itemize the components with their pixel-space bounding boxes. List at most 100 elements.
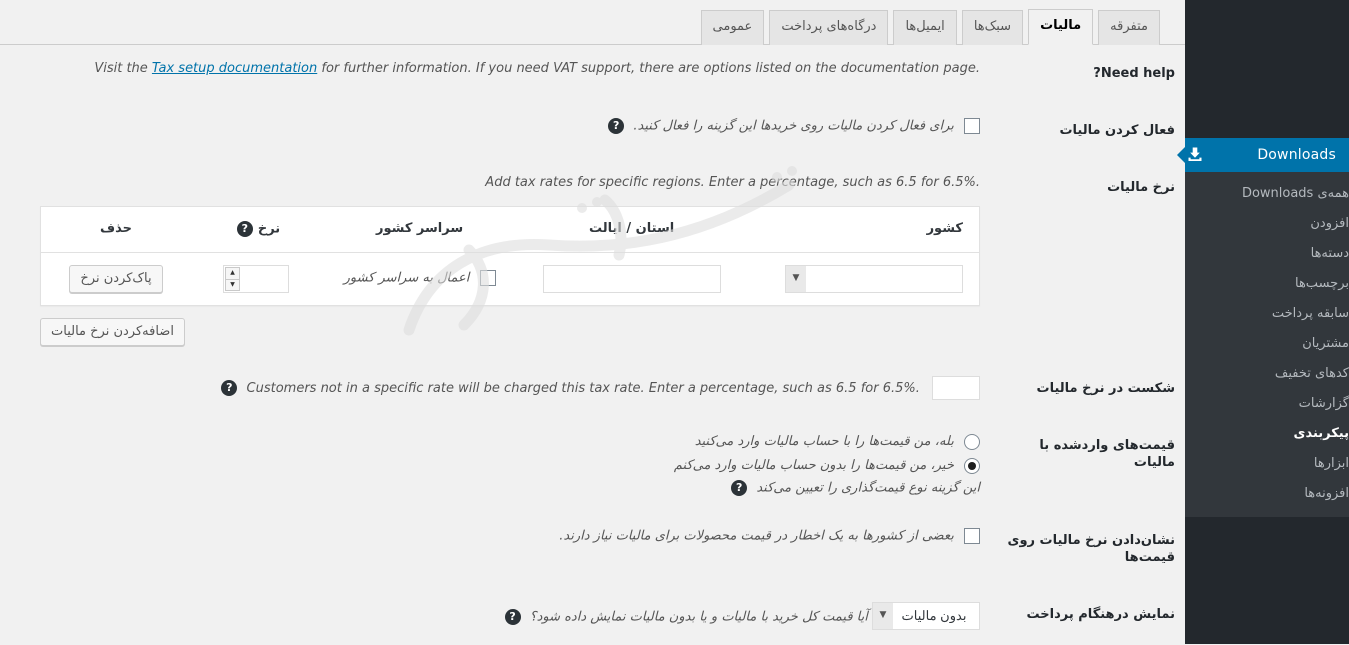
tab-general[interactable]: عمومی <box>700 10 765 45</box>
need-help-desc: Visit the Tax setup documentation for fu… <box>10 61 980 78</box>
row-tax-rates: نرخ مالیات Add tax rates for specific re… <box>0 160 1185 361</box>
apply-countrywide-label: اعمال به سراسر کشور <box>343 270 470 286</box>
sidebar-item-1[interactable]: افزودن <box>1185 209 1349 239</box>
sidebar-item-2-label: دسته‌ها <box>1310 246 1349 261</box>
stepper-up-icon[interactable]: ▲ <box>226 268 239 280</box>
sidebar-item-10-label: افزونه‌ها <box>1304 486 1349 501</box>
cell-country: ▼ <box>745 252 980 306</box>
help-icon-prices-entered[interactable]: ? <box>731 480 748 497</box>
prices-entered-cell: بله، من قیمت‌ها را با حساب مالیات وارد م… <box>0 418 990 513</box>
stepper-down-icon[interactable]: ▼ <box>226 280 239 291</box>
cell-delete: پاک‌کردن نرخ <box>40 252 191 306</box>
help-icon-rate[interactable]: ? <box>236 220 253 237</box>
sidebar-item-10[interactable]: افزونه‌ها <box>1185 479 1349 509</box>
row-need-help: Need help? Visit the Tax setup documenta… <box>0 46 1185 103</box>
country-select[interactable] <box>785 265 963 294</box>
prices-entered-desc: این گزینه نوع قیمت‌گذاری را تعیین می‌کند <box>756 480 980 496</box>
enable-taxes-label: فعال کردن مالیات <box>1059 122 1175 138</box>
display-tax-rate-desc: بعضی از کشورها به یک اخطار در قیمت محصول… <box>559 528 954 544</box>
settings-form: Need help? Visit the Tax setup documenta… <box>0 46 1185 644</box>
sidebar-item-3[interactable]: برچسب‌ها <box>1185 269 1349 299</box>
need-help-desc-after: for further information. If you need VAT… <box>317 61 980 76</box>
apply-countrywide-checkbox[interactable] <box>479 270 496 287</box>
enable-taxes-checkbox[interactable] <box>964 117 980 134</box>
sidebar-item-0[interactable]: همه‌ی Downloads <box>1185 179 1349 209</box>
sidebar-item-4[interactable]: سابقه پرداخت <box>1185 299 1349 329</box>
checkout-display-cell: بدون مالیات ▼ آیا قیمت کل خرید با مالیات… <box>0 587 990 645</box>
tax-rates-desc: Add tax rates for specific regions. Ente… <box>485 174 980 190</box>
col-header-country: کشور <box>745 206 980 254</box>
state-input[interactable] <box>542 265 721 294</box>
sidebar-item-9[interactable]: ابزارها <box>1185 449 1349 479</box>
sidebar-current-arrow-icon <box>1177 147 1185 163</box>
help-icon-enable-taxes[interactable]: ? <box>608 117 625 134</box>
need-help-desc-cell: Visit the Tax setup documentation for fu… <box>0 46 990 103</box>
help-icon-checkout-display[interactable]: ? <box>504 608 521 625</box>
settings-tabs-bar: متفرقه مالیات سبک‌ها ایمیل‌ها درگاه‌های … <box>0 0 1185 45</box>
tax-rates-cell: Add tax rates for specific regions. Ente… <box>0 160 990 361</box>
row-checkout-display: نمایش درهنگام پرداخت بدون مالیات ▼ آیا ق… <box>0 587 1185 645</box>
sidebar-item-8[interactable]: پیکربندی <box>1185 419 1349 449</box>
need-help-label: Need help? <box>1093 66 1175 81</box>
fallback-rate-label: شکست در نرخ مالیات <box>1036 381 1175 397</box>
prices-entered-yes-option[interactable]: بله، من قیمت‌ها را با حساب مالیات وارد م… <box>10 433 980 453</box>
tax-settings-table: Need help? Visit the Tax setup documenta… <box>0 46 1185 645</box>
add-tax-rate-button[interactable]: اضافه‌کردن نرخ مالیات <box>40 318 185 347</box>
rate-spinner-shell: ▲ ▼ <box>223 265 289 294</box>
quantity-stepper[interactable]: ▲ ▼ <box>225 267 240 292</box>
tab-payment-gateways[interactable]: درگاه‌های پرداخت <box>769 10 889 45</box>
sidebar-item-6-label: کدهای تخفیف <box>1274 366 1349 381</box>
col-header-country-wide: سراسر کشور <box>321 206 519 254</box>
enable-taxes-desc: برای فعال کردن مالیات روی خریدها این گزی… <box>633 118 954 134</box>
tab-styles[interactable]: سبک‌ها <box>961 10 1024 45</box>
sidebar-submenu: همه‌ی Downloads افزودن دسته‌ها برچسب‌ها … <box>1185 172 1349 517</box>
help-icon-fallback[interactable]: ? <box>221 380 238 397</box>
tab-emails[interactable]: ایمیل‌ها <box>893 10 957 45</box>
prices-entered-yes-radio[interactable] <box>964 434 980 451</box>
col-header-state: استان / ایالت <box>518 206 746 254</box>
sidebar-item-3-label: برچسب‌ها <box>1294 276 1349 291</box>
fallback-rate-input[interactable] <box>932 376 980 401</box>
display-tax-rate-label: نشان‌دادن نرخ مالیات روی قیمت‌ها <box>1007 532 1175 565</box>
tax-rates-table: کشور استان / ایالت سراسر کشور نرخ? حذف ▼… <box>40 205 980 307</box>
download-icon <box>1185 145 1205 165</box>
sidebar-item-2[interactable]: دسته‌ها <box>1185 239 1349 269</box>
prices-entered-no-option[interactable]: خیر، من قیمت‌ها را بدون حساب مالیات وارد… <box>10 457 980 477</box>
fallback-rate-desc: Customers not in a specific rate will be… <box>246 380 920 396</box>
prices-entered-label: قیمت‌های واردشده با مالیات <box>1039 437 1175 470</box>
col-header-delete: حذف <box>40 206 191 254</box>
remove-rate-button[interactable]: پاک‌کردن نرخ <box>69 265 163 294</box>
row-display-tax-rate: نشان‌دادن نرخ مالیات روی قیمت‌ها بعضی از… <box>0 513 1185 587</box>
country-select-shell: ▼ <box>785 265 963 294</box>
enable-taxes-cell: برای فعال کردن مالیات روی خریدها این گزی… <box>0 103 990 160</box>
sidebar-item-7[interactable]: گزارشات <box>1185 389 1349 419</box>
sidebar-item-4-label: سابقه پرداخت <box>1271 306 1349 321</box>
tax-setup-documentation-link[interactable]: Tax setup documentation <box>152 61 317 76</box>
table-row: ▼ اعمال به سراسر کشور <box>40 252 980 306</box>
cell-state <box>518 252 746 306</box>
sidebar-item-7-label: گزارشات <box>1298 396 1349 411</box>
display-tax-rate-cell: بعضی از کشورها به یک اخطار در قیمت محصول… <box>0 513 990 587</box>
settings-tabs: متفرقه مالیات سبک‌ها ایمیل‌ها درگاه‌های … <box>696 7 1160 45</box>
tab-taxes[interactable]: مالیات <box>1028 9 1094 45</box>
tab-misc[interactable]: متفرقه <box>1098 10 1160 45</box>
row-prices-entered-with-tax: قیمت‌های واردشده با مالیات بله، من قیمت‌… <box>0 418 1185 513</box>
row-fallback-rate: شکست در نرخ مالیات Customers not in a sp… <box>0 361 1185 418</box>
prices-entered-yes-label: بله، من قیمت‌ها را با حساب مالیات وارد م… <box>694 433 954 449</box>
sidebar-item-0-label: همه‌ی Downloads <box>1241 186 1349 201</box>
prices-entered-no-radio[interactable] <box>964 458 980 475</box>
display-tax-rate-checkbox[interactable] <box>964 527 980 544</box>
row-enable-taxes: فعال کردن مالیات برای فعال کردن مالیات ر… <box>0 103 1185 160</box>
sidebar-item-6[interactable]: کدهای تخفیف <box>1185 359 1349 389</box>
sidebar-item-9-label: ابزارها <box>1313 456 1349 471</box>
checkout-display-select[interactable]: بدون مالیات <box>872 601 980 630</box>
sidebar-item-1-label: افزودن <box>1310 216 1349 231</box>
sidebar-item-downloads-label: Downloads <box>1257 147 1336 163</box>
checkout-display-desc: آیا قیمت کل خرید با مالیات و یا بدون مال… <box>529 609 868 625</box>
sidebar-item-5[interactable]: مشتریان <box>1185 329 1349 359</box>
col-header-rate-label: نرخ <box>257 221 281 237</box>
sidebar-item-downloads[interactable]: Downloads <box>1177 138 1349 172</box>
tax-rates-table-wrap: کشور استان / ایالت سراسر کشور نرخ? حذف ▼… <box>10 205 980 347</box>
tax-rates-header-row: کشور استان / ایالت سراسر کشور نرخ? حذف <box>40 206 980 254</box>
sidebar-item-8-label: پیکربندی <box>1293 426 1349 441</box>
